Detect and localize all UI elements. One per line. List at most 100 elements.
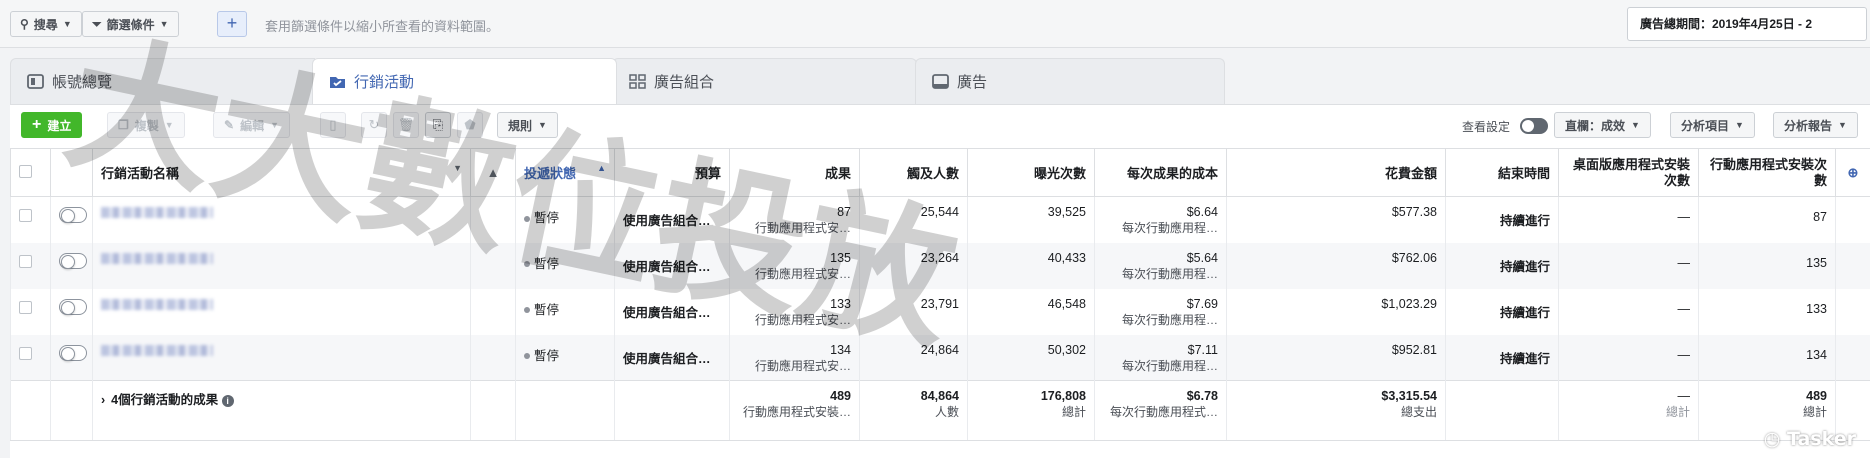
summary-results: 489 行動應用程式安裝… [729,380,860,441]
table-row[interactable]: 暫停 使用廣告組合… 134 行動應用程式安… 24,864 50,302 $7.… [10,334,1870,381]
row-toggle-cell[interactable] [50,242,93,289]
status-dot-icon [524,307,530,314]
summary-label-cell[interactable]: › 4個行銷活動的成果 i [92,380,471,441]
col-results[interactable]: 成果 [729,148,860,197]
tab-label: 行銷活動 [354,74,415,91]
row-toggle-cell[interactable] [50,288,93,335]
info-icon[interactable]: i [221,395,234,407]
add-filter-button[interactable]: + [217,11,247,37]
tab-label: 廣告組合 [654,74,715,91]
campaign-name-cell[interactable] [92,196,471,243]
summary-empty [1445,380,1559,441]
table-row[interactable]: 暫停 使用廣告組合… 133 行動應用程式安… 23,791 46,548 $7.… [10,288,1870,335]
trash-icon[interactable]: 🗑 [393,112,419,138]
tab-account-overview[interactable]: 帳號總覽 [10,58,315,104]
campaign-name-redacted[interactable] [101,252,213,264]
create-button[interactable]: + 建立 [21,112,83,138]
tab-ad-sets[interactable]: 廣告組合 [612,58,917,104]
filter-button[interactable]: ⏷ 篩選條件 ▼ [82,11,179,37]
campaign-toggle[interactable] [59,252,87,269]
sort-asc-icon: ▲ [597,163,606,173]
col-ends[interactable]: 結束時間 [1445,148,1559,197]
status-dot-icon [524,261,530,268]
filter-hint[interactable]: 套用篩選條件以縮小所查看的資料範圍。 [265,16,499,35]
amount-spent-cell: $952.81 [1226,334,1446,381]
col-mobile-installs[interactable]: 行動應用程式安裝次數 [1698,148,1836,197]
reports-label: 分析報告 [1784,118,1833,133]
view-settings-toggle[interactable] [1520,117,1548,134]
table-row[interactable]: 暫停 使用廣告組合… 87 行動應用程式安… 25,544 39,525 $6.6… [10,196,1870,243]
row-toggle-cell[interactable] [50,196,93,243]
tasker-icon: ◷ [1763,428,1781,450]
pencil-icon: ✎ [224,118,235,132]
chevron-down-icon: ▼ [164,120,174,130]
row-select-cell[interactable] [10,242,51,289]
filter-label: 篩選條件 [106,17,155,32]
col-campaign-name[interactable]: 行銷活動名稱 ▼ [92,148,471,197]
row-checkbox[interactable] [19,346,32,360]
chevron-right-icon[interactable]: › [101,393,105,407]
select-all-cell[interactable] [10,148,51,197]
row-select-cell[interactable] [10,196,51,243]
tab-campaigns[interactable]: 行銷活動 [312,58,617,104]
refresh-icon[interactable]: ↻ [361,112,387,138]
campaign-toggle[interactable] [59,344,87,361]
funnel-icon: ⏷ [92,16,102,31]
campaign-name-redacted[interactable] [101,344,213,356]
delivery-cell: 暫停 [515,288,615,335]
date-range-picker[interactable]: 廣告總期間：2019年4月25日 - 2 [1627,7,1867,41]
breakdown-label: 分析項目 [1681,118,1730,133]
row-checkbox[interactable] [19,254,32,268]
tasker-logo: ◷ Tasker [1763,428,1856,450]
search-button[interactable]: ⚲ 搜尋 ▼ [10,11,82,37]
campaign-name-redacted[interactable] [101,207,213,218]
columns-dropdown[interactable]: 直欄：成效 ▼ [1554,112,1651,138]
col-impressions[interactable]: 曝光次數 [967,148,1095,197]
campaign-toggle[interactable] [59,298,87,315]
rules-button[interactable]: 規則 ▼ [497,112,558,138]
row-checkbox[interactable] [19,209,32,222]
summary-empty [470,380,516,441]
results-cell: 87 行動應用程式安… [729,196,860,243]
preview-icon[interactable]: ⎘ [425,112,451,138]
campaign-name-cell[interactable] [92,288,471,335]
search-icon: ⚲ [20,17,29,31]
mobile-installs-cell: 133 [1698,288,1836,335]
campaign-name-cell[interactable] [92,242,471,289]
budget-cell: 使用廣告組合… [614,196,730,243]
delivery-cell: 暫停 [515,242,615,289]
dashboard-icon [27,74,44,89]
tab-ads[interactable]: 廣告 [915,58,1225,104]
row-checkbox[interactable] [19,300,32,314]
warning-cell [470,242,516,289]
campaign-name-cell[interactable] [92,334,471,381]
desktop-installs-cell: — [1558,288,1699,335]
campaigns-table: 行銷活動名稱 ▼ ▲ 投遞狀態 ▲ 預算 成果 觸及人數 曝光次數 每次成果的成本 … [10,148,1870,441]
desktop-installs-cell: — [1558,242,1699,289]
reports-dropdown[interactable]: 分析報告 ▼ [1773,112,1858,138]
campaign-toggle[interactable] [59,207,87,223]
ends-cell: 持續進行 [1445,196,1559,243]
ab-test-icon[interactable]: ▯ [320,112,346,138]
status-dot-icon [524,215,530,222]
table-row[interactable]: 暫停 使用廣告組合… 135 行動應用程式安… 23,264 40,433 $5.… [10,242,1870,289]
tag-icon[interactable]: ⬟ [457,112,483,138]
budget-cell: 使用廣告組合… [614,334,730,381]
edit-button[interactable]: ✎ 編輯 ▼ [213,112,290,138]
row-toggle-cell[interactable] [50,334,93,381]
row-select-cell[interactable] [10,288,51,335]
col-budget[interactable]: 預算 [614,148,730,197]
col-cost-per-result[interactable]: 每次成果的成本 [1094,148,1227,197]
col-amount-spent[interactable]: 花費金額 [1226,148,1446,197]
campaign-name-redacted[interactable] [101,298,213,310]
duplicate-button[interactable]: ❐ 複製 ▼ [107,112,185,138]
breakdown-dropdown[interactable]: 分析項目 ▼ [1670,112,1755,138]
row-select-cell[interactable] [10,334,51,381]
select-all-checkbox[interactable] [19,164,32,178]
reach-cell: 25,544 [859,196,968,243]
col-desktop-installs[interactable]: 桌面版應用程式安裝次數 [1558,148,1699,197]
tab-label: 廣告 [957,74,988,91]
add-column-button[interactable]: ⊕ [1835,148,1870,197]
col-delivery[interactable]: 投遞狀態 ▲ [515,148,615,197]
col-reach[interactable]: 觸及人數 [859,148,968,197]
